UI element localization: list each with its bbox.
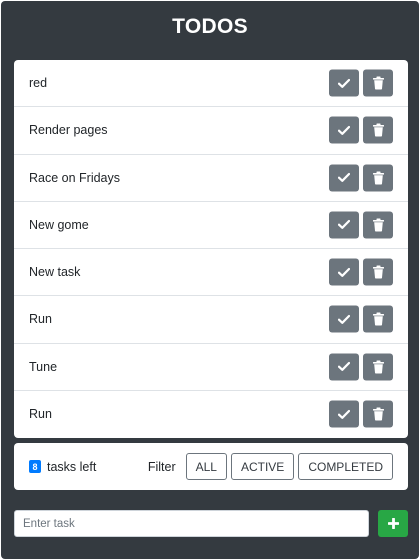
todo-item: New task bbox=[14, 249, 408, 297]
app-title: TODOS bbox=[172, 15, 248, 38]
footer-bar: 8 tasks left Filter ALL ACTIVE COMPLETED bbox=[14, 443, 408, 490]
delete-button[interactable] bbox=[363, 305, 393, 333]
trash-icon bbox=[372, 312, 384, 326]
todo-item-actions bbox=[329, 69, 393, 97]
trash-icon bbox=[372, 171, 384, 185]
delete-button[interactable] bbox=[363, 258, 393, 286]
check-icon bbox=[338, 314, 350, 324]
todo-item: red bbox=[14, 60, 408, 108]
todo-list: red Render pages Race on Fridays New gom… bbox=[14, 60, 408, 438]
trash-icon bbox=[372, 360, 384, 374]
check-icon bbox=[338, 267, 350, 277]
complete-button[interactable] bbox=[329, 258, 359, 286]
complete-button[interactable] bbox=[329, 305, 359, 333]
complete-button[interactable] bbox=[329, 69, 359, 97]
todo-item-label: Run bbox=[29, 312, 52, 327]
todo-item: Render pages bbox=[14, 107, 408, 155]
trash-icon bbox=[372, 123, 384, 137]
trash-icon bbox=[372, 218, 384, 232]
todo-item: Race on Fridays bbox=[14, 155, 408, 202]
delete-button[interactable] bbox=[363, 164, 393, 192]
check-icon bbox=[338, 409, 350, 419]
complete-button[interactable] bbox=[329, 164, 359, 192]
trash-icon bbox=[372, 265, 384, 279]
todo-item: Run bbox=[14, 296, 408, 344]
trash-icon bbox=[372, 407, 384, 421]
todo-item-actions bbox=[329, 116, 393, 144]
todo-item-label: Render pages bbox=[29, 123, 108, 138]
check-icon bbox=[338, 362, 350, 372]
complete-button[interactable] bbox=[329, 116, 359, 144]
todo-item-actions bbox=[329, 400, 393, 428]
tasks-left-label: tasks left bbox=[47, 459, 97, 474]
check-icon bbox=[338, 78, 350, 88]
todo-item-actions bbox=[329, 258, 393, 286]
delete-button[interactable] bbox=[363, 400, 393, 428]
todo-item-label: Tune bbox=[29, 359, 58, 374]
todo-item-actions bbox=[329, 353, 393, 381]
add-task-row bbox=[14, 510, 408, 537]
todo-item-label: Race on Fridays bbox=[29, 170, 121, 185]
task-input[interactable] bbox=[14, 510, 369, 537]
filter-all-button[interactable]: ALL bbox=[185, 453, 227, 480]
todo-item: New gome bbox=[14, 202, 408, 249]
todo-app: TODOS red Render pages Race on Fridays N… bbox=[1, 1, 419, 559]
filter-label: Filter bbox=[147, 459, 176, 474]
todo-item-label: New gome bbox=[29, 217, 89, 232]
trash-icon bbox=[372, 76, 384, 90]
todo-item: Run bbox=[14, 391, 408, 438]
todo-item-actions bbox=[329, 211, 393, 239]
plus-icon bbox=[387, 518, 399, 529]
todo-item-label: red bbox=[29, 76, 48, 91]
complete-button[interactable] bbox=[329, 211, 359, 239]
todo-item: Tune bbox=[14, 344, 408, 391]
delete-button[interactable] bbox=[363, 69, 393, 97]
complete-button[interactable] bbox=[329, 400, 359, 428]
check-icon bbox=[338, 125, 350, 135]
delete-button[interactable] bbox=[363, 353, 393, 381]
tasks-count-badge: 8 bbox=[29, 460, 41, 473]
add-task-button[interactable] bbox=[378, 510, 408, 537]
delete-button[interactable] bbox=[363, 211, 393, 239]
filter-group: Filter ALL ACTIVE COMPLETED bbox=[148, 453, 393, 480]
filter-active-button[interactable]: ACTIVE bbox=[230, 453, 295, 480]
check-icon bbox=[338, 173, 350, 183]
delete-button[interactable] bbox=[363, 116, 393, 144]
complete-button[interactable] bbox=[329, 353, 359, 381]
check-icon bbox=[338, 220, 350, 230]
todo-item-actions bbox=[329, 305, 393, 333]
filter-completed-button[interactable]: COMPLETED bbox=[298, 453, 393, 480]
todo-item-label: Run bbox=[29, 407, 52, 422]
todo-item-actions bbox=[329, 164, 393, 192]
todo-item-label: New task bbox=[29, 265, 81, 280]
